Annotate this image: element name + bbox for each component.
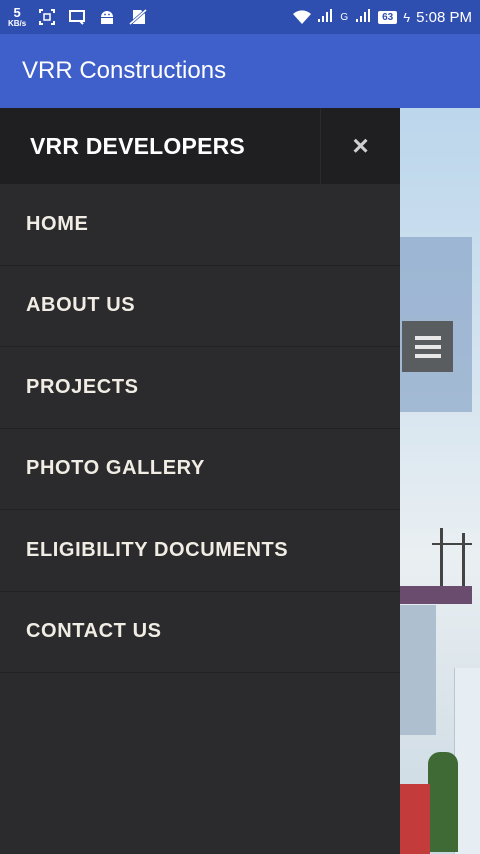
hero-image [400, 108, 480, 854]
navigation-drawer: VRR DEVELOPERS × HOME ABOUT US PROJECTS … [0, 108, 400, 854]
menu-item-photo-gallery[interactable]: PHOTO GALLERY [0, 429, 400, 510]
menu-item-contact-us[interactable]: CONTACT US [0, 592, 400, 673]
utility-pole [440, 528, 443, 588]
network-speed: 5 KB/s [8, 6, 26, 28]
menu-item-eligibility-documents[interactable]: ELIGIBILITY DOCUMENTS [0, 510, 400, 592]
speed-value: 5 [13, 5, 21, 20]
screenshot-icon [38, 8, 56, 26]
menu-list: HOME ABOUT US PROJECTS PHOTO GALLERY ELI… [0, 184, 400, 673]
building [400, 605, 436, 735]
signal-icon [316, 8, 334, 26]
hamburger-menu-icon[interactable] [402, 321, 453, 372]
network-type-label: G [340, 11, 349, 23]
cast-icon [68, 8, 86, 26]
no-sim-icon [128, 8, 148, 26]
menu-item-about-us[interactable]: ABOUT US [0, 266, 400, 347]
battery-level: 63 [378, 10, 398, 24]
status-bar: 5 KB/s G 63 ϟ 5:08 PM [0, 0, 480, 34]
speed-unit: KB/s [8, 19, 27, 28]
tree [428, 752, 458, 852]
menu-item-home[interactable]: HOME [0, 184, 400, 266]
building [400, 784, 430, 854]
app-title: VRR Constructions [22, 57, 227, 84]
close-icon[interactable]: × [320, 108, 400, 184]
drawer-title: VRR DEVELOPERS [30, 132, 245, 159]
android-icon [98, 8, 116, 26]
drawer-header: VRR DEVELOPERS × [0, 108, 400, 184]
clock: 5:08 PM [416, 8, 472, 26]
app-bar: VRR Constructions [0, 34, 480, 108]
menu-item-projects[interactable]: PROJECTS [0, 347, 400, 429]
wifi-icon [292, 8, 312, 26]
utility-pole [462, 533, 465, 588]
power-line [432, 543, 472, 545]
charging-icon: ϟ [403, 9, 411, 25]
signal-icon [354, 8, 372, 26]
building-strip [400, 586, 472, 604]
